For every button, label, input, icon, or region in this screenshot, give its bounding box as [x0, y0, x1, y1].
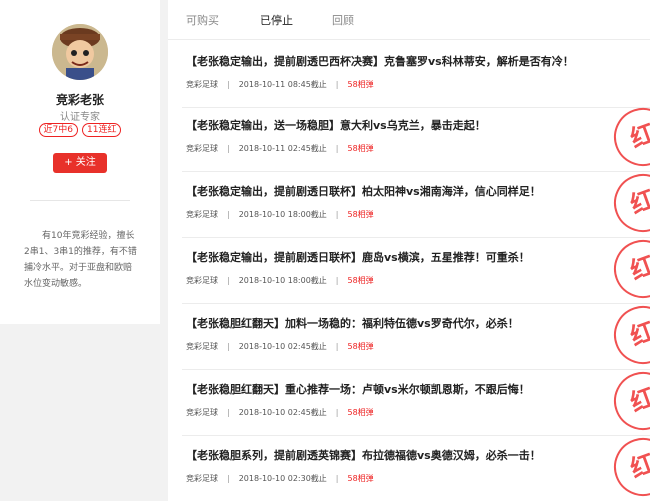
item-deadline: 2018-10-11 08:45截止	[238, 80, 327, 89]
tab-stopped[interactable]: 已停止	[260, 12, 293, 28]
item-meta: 竞彩足球 | 2018-10-10 02:45截止 | 58相弹	[186, 341, 383, 352]
item-title[interactable]: 【老张稳胆系列，提前剧透英锦赛】布拉德福德vs奥德汉姆，必杀一击！	[186, 447, 541, 463]
item-meta: 竞彩足球 | 2018-10-10 02:45截止 | 58相弹	[186, 407, 383, 418]
profile-title: 认证专家	[60, 112, 100, 123]
item-title[interactable]: 【老张稳胆红翻天】重心推荐一场：卢顿vs米尔顿凯恩斯，不跟后悔！	[186, 381, 530, 397]
win-stamp-icon: 红	[605, 297, 650, 373]
avatar[interactable]	[52, 24, 108, 80]
list-item[interactable]: 【老张稳定输出，提前剧透巴西杯决赛】克鲁塞罗vs科林蒂安，解析是否有冷！ 竞彩足球…	[182, 42, 650, 108]
item-deadline: 2018-10-10 02:45截止	[238, 408, 327, 417]
item-title[interactable]: 【老张稳胆红翻天】加料一场稳的：福利特伍德vs罗奇代尔，必杀！	[186, 315, 519, 331]
separator: |	[335, 276, 339, 285]
win-stamp-icon: 红	[605, 99, 650, 175]
item-category: 竞彩足球	[186, 210, 218, 219]
separator: |	[227, 80, 230, 89]
win-stamp-icon: 红	[605, 165, 650, 241]
separator: |	[335, 210, 339, 219]
separator: |	[227, 210, 230, 219]
item-title[interactable]: 【老张稳定输出，提前剧透日联杯】柏太阳神vs湘南海洋，信心同样足！	[186, 183, 541, 199]
list-item[interactable]: 【老张稳胆红翻天】重心推荐一场：卢顿vs米尔顿凯恩斯，不跟后悔！ 竞彩足球 | 201…	[182, 363, 650, 439]
win-stamp-icon: 红	[605, 429, 650, 501]
follow-button[interactable]: + 关注	[53, 153, 107, 173]
list-item[interactable]: 【老张稳定输出，提前剧透日联杯】柏太阳神vs湘南海洋，信心同样足！ 竞彩足球 | 20…	[182, 165, 650, 241]
separator: |	[335, 80, 339, 89]
cartoon-avatar-icon	[52, 24, 108, 80]
separator: |	[335, 144, 339, 153]
item-deadline: 2018-10-11 02:45截止	[238, 144, 327, 153]
list-item[interactable]: 【老张稳定输出，送一场稳胆】意大利vs乌克兰，暴击走起！ 竞彩足球 | 2018-10…	[182, 99, 650, 175]
badge-streak: 11连红	[82, 123, 122, 137]
item-title[interactable]: 【老张稳定输出，送一场稳胆】意大利vs乌克兰，暴击走起！	[186, 117, 486, 133]
item-deadline: 2018-10-10 18:00截止	[238, 210, 327, 219]
profile-description: 有10年竞彩经验，擅长2串1、3串1的推荐，有不错捕冷水平。对于亚盘和欧赔水位变…	[24, 231, 137, 289]
list-item[interactable]: 【老张稳胆红翻天】加料一场稳的：福利特伍德vs罗奇代尔，必杀！ 竞彩足球 | 2018…	[182, 297, 650, 373]
item-title[interactable]: 【老张稳定输出，提前剧透巴西杯决赛】克鲁塞罗vs科林蒂安，解析是否有冷！	[186, 53, 574, 69]
separator: |	[227, 144, 230, 153]
tab-bar: 可购买 已停止 回顾	[168, 0, 650, 40]
separator: |	[227, 342, 230, 351]
item-meta: 竞彩足球 | 2018-10-10 18:00截止 | 58相弹	[186, 209, 383, 220]
list-item[interactable]: 【老张稳胆系列，提前剧透英锦赛】布拉德福德vs奥德汉姆，必杀一击！ 竞彩足球 | 20…	[182, 429, 650, 501]
item-category: 竞彩足球	[186, 276, 218, 285]
separator: |	[227, 474, 230, 483]
item-category: 竞彩足球	[186, 474, 218, 483]
win-stamp-icon: 红	[605, 363, 650, 439]
profile-name: 竞彩老张	[55, 93, 104, 107]
tab-available[interactable]: 可购买	[186, 12, 219, 28]
item-price: 58相弹	[347, 80, 374, 89]
separator: |	[335, 474, 339, 483]
separator: |	[335, 408, 339, 417]
item-category: 竞彩足球	[186, 80, 218, 89]
win-stamp-icon: 红	[605, 231, 650, 307]
separator: |	[227, 408, 230, 417]
item-deadline: 2018-10-10 02:30截止	[238, 474, 327, 483]
item-category: 竞彩足球	[186, 342, 218, 351]
item-title[interactable]: 【老张稳定输出，提前剧透日联杯】鹿岛vs横滨，五星推荐！可重杀！	[186, 249, 530, 265]
item-price: 58相弹	[347, 342, 374, 351]
divider	[30, 200, 130, 201]
item-price: 58相弹	[347, 408, 374, 417]
profile-badges: 近7中6 11连红	[0, 123, 160, 137]
item-price: 58相弹	[347, 474, 374, 483]
item-price: 58相弹	[347, 276, 374, 285]
item-deadline: 2018-10-10 02:45截止	[238, 342, 327, 351]
item-meta: 竞彩足球 | 2018-10-10 18:00截止 | 58相弹	[186, 275, 383, 286]
item-price: 58相弹	[347, 210, 374, 219]
item-meta: 竞彩足球 | 2018-10-11 02:45截止 | 58相弹	[186, 143, 383, 154]
separator: |	[335, 342, 339, 351]
profile-card: 竞彩老张 认证专家 近7中6 11连红 + 关注 有10年竞彩经验，擅长2串1、…	[0, 0, 160, 324]
item-category: 竞彩足球	[186, 408, 218, 417]
main-panel: 可购买 已停止 回顾 【老张稳定输出，提前剧透巴西杯决赛】克鲁塞罗vs科林蒂安，…	[168, 0, 650, 501]
item-deadline: 2018-10-10 18:00截止	[238, 276, 327, 285]
item-meta: 竞彩足球 | 2018-10-10 02:30截止 | 58相弹	[186, 473, 383, 484]
item-price: 58相弹	[347, 144, 374, 153]
tab-review[interactable]: 回顾	[332, 12, 354, 28]
separator: |	[227, 276, 230, 285]
list-item[interactable]: 【老张稳定输出，提前剧透日联杯】鹿岛vs横滨，五星推荐！可重杀！ 竞彩足球 | 201…	[182, 231, 650, 307]
item-meta: 竞彩足球 | 2018-10-11 08:45截止 | 58相弹	[186, 79, 383, 90]
badge-recent: 近7中6	[38, 123, 78, 137]
item-category: 竞彩足球	[186, 144, 218, 153]
